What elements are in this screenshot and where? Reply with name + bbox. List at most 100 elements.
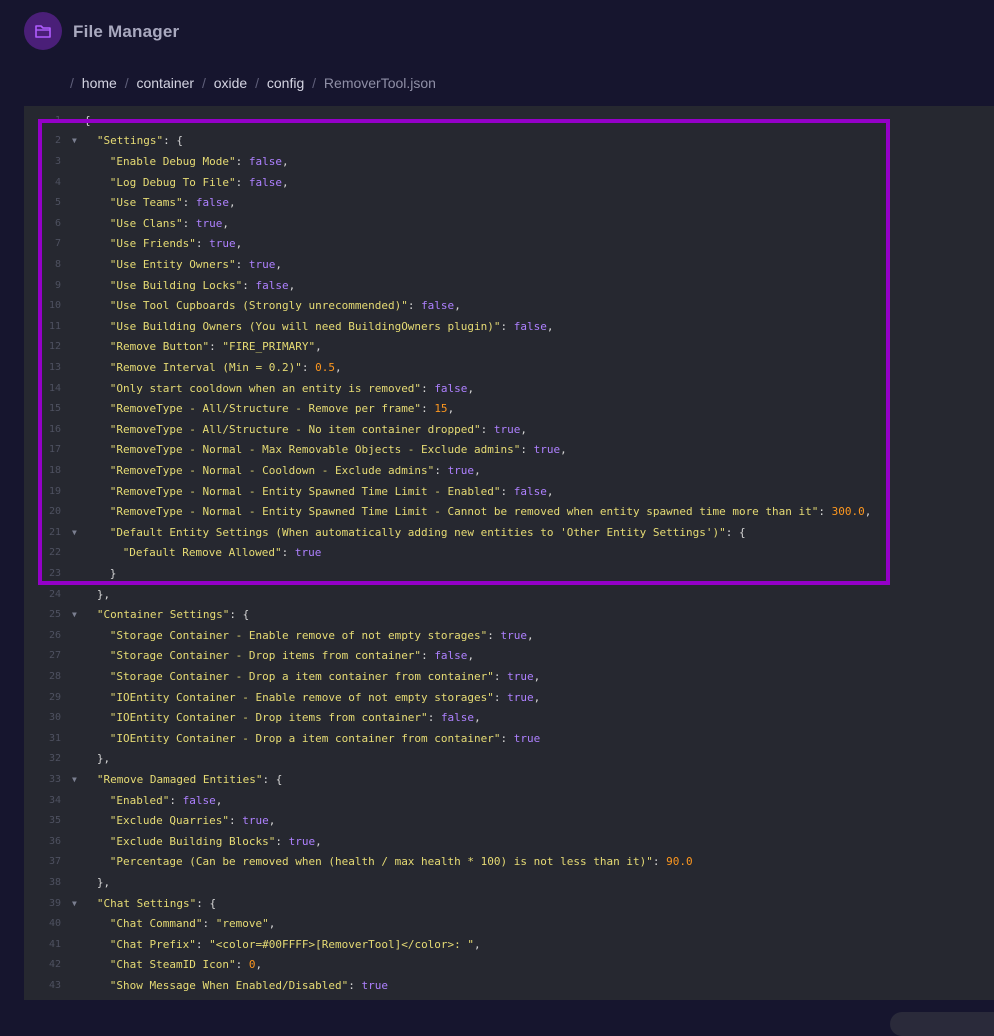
code-line[interactable]: 28 "Storage Container - Drop a item conta… — [24, 666, 994, 687]
code-token: "Use Clans" — [109, 216, 183, 230]
code-token: "Storage Container - Enable remove of no… — [109, 628, 488, 642]
fold-toggle-icon[interactable]: ▼ — [72, 610, 77, 619]
code-line[interactable]: 34 "Enabled": false, — [24, 790, 994, 811]
line-number: 12 — [48, 341, 61, 353]
code-line[interactable]: 22 "Default Remove Allowed": true — [24, 543, 994, 564]
fold-toggle-icon[interactable]: ▼ — [72, 528, 77, 537]
code-token: false — [421, 299, 455, 313]
code-content: "Exclude Quarries": true, — [110, 814, 276, 827]
fold-toggle-icon[interactable]: ▼ — [72, 136, 77, 145]
code-token: : { — [163, 134, 183, 148]
code-content: } — [110, 567, 117, 580]
code-line[interactable]: 31 "IOEntity Container - Drop a item cont… — [24, 728, 994, 749]
code-token: "Use Tool Cupboards (Strongly unrecommen… — [109, 299, 408, 313]
code-token: : — [427, 711, 441, 725]
breadcrumb-home[interactable]: home — [82, 75, 117, 91]
code-line[interactable]: 40 "Chat Command": "remove", — [24, 913, 994, 934]
code-token: , — [275, 257, 283, 271]
breadcrumb-container[interactable]: container — [136, 75, 194, 91]
code-line[interactable]: 39 ▼ "Chat Settings": { — [24, 893, 994, 914]
code-line[interactable]: 14 "Only start cooldown when an entity is… — [24, 378, 994, 399]
code-token: : — [434, 463, 448, 477]
code-line[interactable]: 1{ — [24, 110, 994, 131]
code-line[interactable]: 8 "Use Entity Owners": true, — [24, 254, 994, 275]
folder-icon[interactable] — [24, 12, 62, 50]
code-line[interactable]: 26 "Storage Container - Enable remove of … — [24, 625, 994, 646]
code-token: "RemoveType - All/Structure - No item co… — [109, 422, 481, 436]
code-line[interactable]: 4 "Log Debug To File": false, — [24, 172, 994, 193]
line-number: 42 — [48, 959, 61, 971]
line-number: 6 — [54, 217, 61, 229]
code-token: , — [454, 299, 461, 313]
code-line[interactable]: 17 "RemoveType - Normal - Max Removable O… — [24, 440, 994, 461]
line-number: 15 — [48, 403, 61, 415]
code-token: , — [288, 278, 296, 292]
code-line[interactable]: 23} — [24, 563, 994, 584]
code-token: : — [209, 340, 223, 354]
code-token: true — [195, 216, 223, 230]
code-line[interactable]: 21 ▼ "Default Entity Settings (When automa… — [24, 522, 994, 543]
code-content: "Remove Interval (Min = 0.2)": 0.5, — [110, 361, 342, 374]
code-line[interactable]: 32}, — [24, 749, 994, 770]
breadcrumb-separator: / — [124, 75, 129, 91]
code-line[interactable]: 43 "Show Message When Enabled/Disabled": … — [24, 975, 994, 996]
line-number: 27 — [48, 650, 61, 662]
code-line[interactable]: 9 "Use Building Locks": false, — [24, 275, 994, 296]
code-token: "Storage Container - Drop items from con… — [109, 649, 422, 663]
code-line[interactable]: 27 "Storage Container - Drop items from c… — [24, 646, 994, 667]
code-editor[interactable]: 1{2 ▼ "Settings": {3 "Enable Debug Mode": f… — [24, 106, 994, 1000]
code-token: true — [242, 814, 269, 828]
code-token: "Default Entity Settings (When automatic… — [109, 525, 726, 539]
code-line[interactable]: 38}, — [24, 872, 994, 893]
fold-toggle-icon[interactable]: ▼ — [72, 775, 77, 784]
code-line[interactable]: 2 ▼ "Settings": { — [24, 131, 994, 152]
code-line[interactable]: 37 "Percentage (Can be removed when (heal… — [24, 852, 994, 873]
code-token: : — [169, 793, 183, 807]
breadcrumb-oxide[interactable]: oxide — [214, 75, 247, 91]
code-token: : — [421, 381, 435, 395]
code-token: , — [282, 175, 289, 189]
code-line[interactable]: 7 "Use Friends": true, — [24, 234, 994, 255]
code-token: "RemoveType - Normal - Max Removable Obj… — [109, 443, 521, 457]
code-line[interactable]: 20 "RemoveType - Normal - Entity Spawned … — [24, 501, 994, 522]
code-token: : — [652, 855, 667, 869]
code-line[interactable]: 36 "Exclude Building Blocks": true, — [24, 831, 994, 852]
code-line[interactable]: 10 "Use Tool Cupboards (Strongly unrecomm… — [24, 295, 994, 316]
code-line[interactable]: 13 "Remove Interval (Min = 0.2)": 0.5, — [24, 357, 994, 378]
code-line[interactable]: 12 "Remove Button": "FIRE_PRIMARY", — [24, 337, 994, 358]
code-token: : — [421, 649, 435, 663]
code-token: }, — [96, 752, 111, 766]
corner-widget[interactable] — [890, 1012, 994, 1036]
code-line[interactable]: 24}, — [24, 584, 994, 605]
code-line[interactable]: 19 "RemoveType - Normal - Entity Spawned … — [24, 481, 994, 502]
code-token: , — [546, 484, 554, 498]
code-token: 0 — [248, 958, 256, 972]
code-line[interactable]: 3 "Enable Debug Mode": false, — [24, 151, 994, 172]
code-line[interactable]: 42 "Chat SteamID Icon": 0, — [24, 955, 994, 976]
code-content: "Remove Button": "FIRE_PRIMARY", — [110, 340, 322, 353]
code-token: "Use Building Locks" — [109, 278, 243, 292]
code-token: : — [818, 505, 832, 519]
code-line[interactable]: 29 "IOEntity Container - Enable remove of… — [24, 687, 994, 708]
code-token: 0.5 — [315, 360, 335, 374]
code-line[interactable]: 15 "RemoveType - All/Structure - Remove p… — [24, 398, 994, 419]
code-line[interactable]: 16 "RemoveType - All/Structure - No item … — [24, 419, 994, 440]
code-line[interactable]: 5 "Use Teams": false, — [24, 192, 994, 213]
code-line[interactable]: 11 "Use Building Owners (You will need Bu… — [24, 316, 994, 337]
fold-toggle-icon[interactable]: ▼ — [72, 899, 77, 908]
code-token: : — [281, 546, 295, 560]
code-content: "Chat Settings": { — [97, 897, 216, 910]
code-token: : { — [262, 772, 283, 786]
code-line[interactable]: 30 "IOEntity Container - Drop items from … — [24, 707, 994, 728]
code-line[interactable]: 25 ▼ "Container Settings": { — [24, 604, 994, 625]
code-token: : — [195, 937, 210, 951]
code-line[interactable]: 18 "RemoveType - Normal - Cooldown - Excl… — [24, 460, 994, 481]
code-line[interactable]: 6 "Use Clans": true, — [24, 213, 994, 234]
breadcrumb-config[interactable]: config — [267, 75, 304, 91]
code-token: false — [248, 154, 283, 168]
code-line[interactable]: 33 ▼ "Remove Damaged Entities": { — [24, 769, 994, 790]
code-line[interactable]: 35 "Exclude Quarries": true, — [24, 810, 994, 831]
code-line[interactable]: 41 "Chat Prefix": "<color=#00FFFF>[Remove… — [24, 934, 994, 955]
line-number: 22 — [48, 547, 61, 559]
code-token: : — [348, 978, 362, 992]
